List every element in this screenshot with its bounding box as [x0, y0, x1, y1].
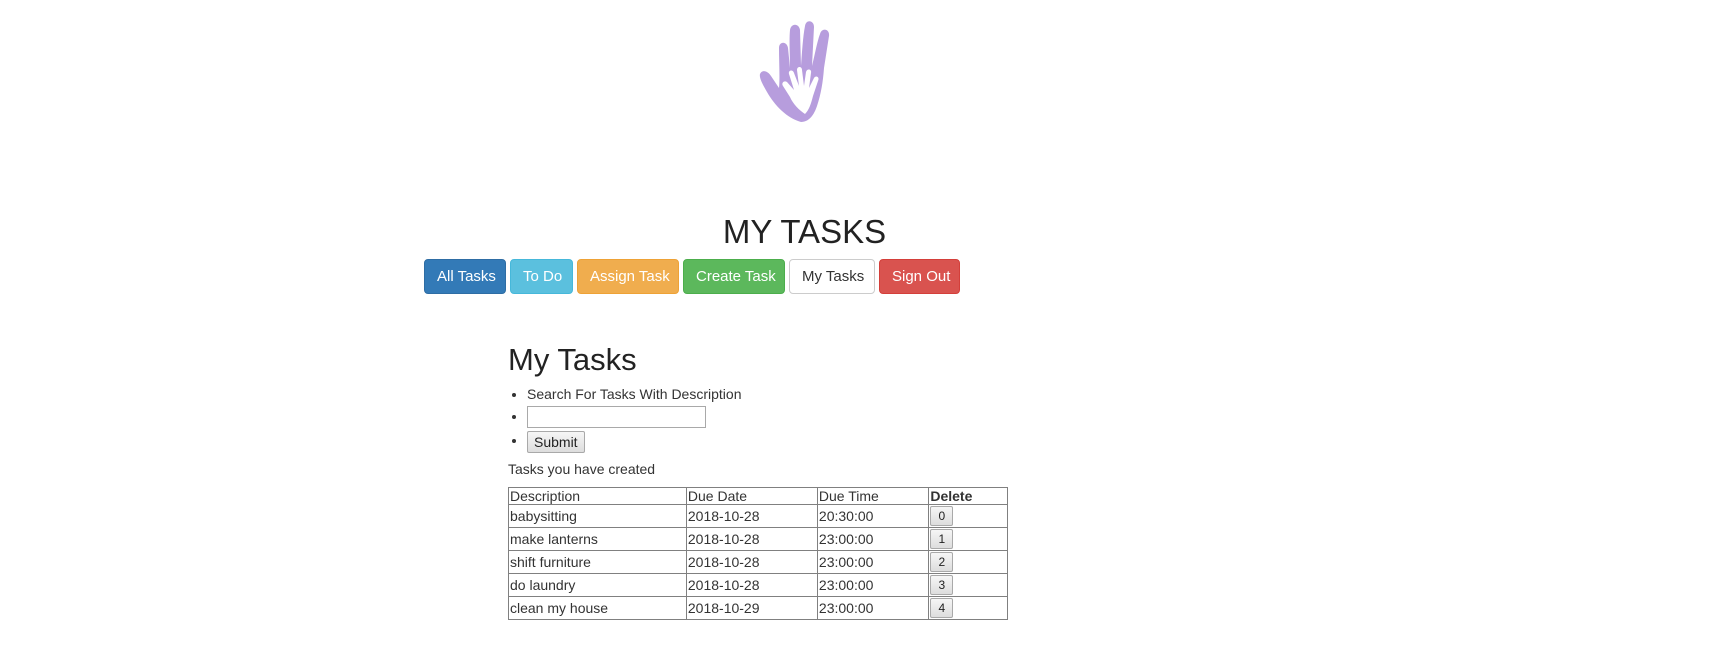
task-description: babysitting [508, 503, 687, 528]
task-description: shift furniture [508, 549, 687, 574]
hand-logo-icon [757, 18, 853, 124]
table-row: do laundry 2018-10-28 23:00:00 3 [508, 572, 1008, 597]
task-due-date: 2018-10-28 [685, 526, 818, 551]
delete-task-button[interactable]: 3 [930, 574, 954, 595]
page-title: MY TASKS [722, 213, 887, 250]
task-delete-cell: 3 [928, 572, 1008, 597]
column-header-delete: Delete [928, 486, 1008, 505]
search-input[interactable] [527, 406, 706, 429]
search-label: Search For Tasks With Description [527, 386, 742, 402]
task-due-time: 20:30:00 [816, 503, 930, 528]
task-delete-cell: 4 [928, 595, 1008, 620]
task-due-date: 2018-10-29 [685, 595, 818, 620]
my-tasks-button[interactable]: My Tasks [789, 259, 875, 294]
delete-task-button[interactable]: 2 [930, 551, 954, 572]
task-due-time: 23:00:00 [816, 526, 930, 551]
create-task-button[interactable]: Create Task [683, 259, 785, 294]
task-due-time: 23:00:00 [816, 572, 930, 597]
task-delete-cell: 2 [928, 549, 1008, 574]
list-item: Submit [527, 430, 1028, 453]
section-title: My Tasks [508, 342, 637, 377]
delete-task-button[interactable]: 1 [930, 528, 954, 549]
task-due-time: 23:00:00 [816, 549, 930, 574]
page: MY TASKS All Tasks To Do Assign Task Cre… [0, 0, 1736, 648]
column-header-description: Description [508, 486, 687, 505]
column-header-due-date: Due Date [685, 486, 818, 505]
tasks-table: Description Due Date Due Time Delete bab… [508, 486, 1008, 620]
to-do-button[interactable]: To Do [510, 259, 573, 294]
task-due-time: 23:00:00 [816, 595, 930, 620]
task-description: do laundry [508, 572, 687, 597]
table-row: make lanterns 2018-10-28 23:00:00 1 [508, 526, 1008, 551]
submit-button[interactable]: Submit [527, 430, 585, 453]
nav-bar: All Tasks To Do Assign Task Create Task … [424, 259, 960, 295]
delete-task-button[interactable]: 4 [930, 597, 954, 618]
search-form: Search For Tasks With Description Submit [508, 384, 1028, 453]
all-tasks-button[interactable]: All Tasks [424, 259, 506, 294]
task-due-date: 2018-10-28 [685, 572, 818, 597]
task-description: clean my house [508, 595, 687, 620]
task-description: make lanterns [508, 526, 687, 551]
list-item [527, 406, 1028, 429]
table-row: babysitting 2018-10-28 20:30:00 0 [508, 503, 1008, 528]
column-header-due-time: Due Time [816, 486, 930, 505]
task-delete-cell: 1 [928, 526, 1008, 551]
table-header-row: Description Due Date Due Time Delete [508, 486, 1008, 505]
table-row: clean my house 2018-10-29 23:00:00 4 [508, 595, 1008, 620]
task-due-date: 2018-10-28 [685, 549, 818, 574]
sign-out-button[interactable]: Sign Out [879, 259, 960, 294]
assign-task-button[interactable]: Assign Task [577, 259, 679, 294]
task-due-date: 2018-10-28 [685, 503, 818, 528]
delete-task-button[interactable]: 0 [930, 505, 954, 526]
list-item: Search For Tasks With Description [527, 384, 1028, 404]
table-row: shift furniture 2018-10-28 23:00:00 2 [508, 549, 1008, 574]
main-content: My Tasks Search For Tasks With Descripti… [508, 340, 1028, 620]
task-delete-cell: 0 [928, 503, 1008, 528]
created-tasks-label: Tasks you have created [508, 460, 656, 477]
